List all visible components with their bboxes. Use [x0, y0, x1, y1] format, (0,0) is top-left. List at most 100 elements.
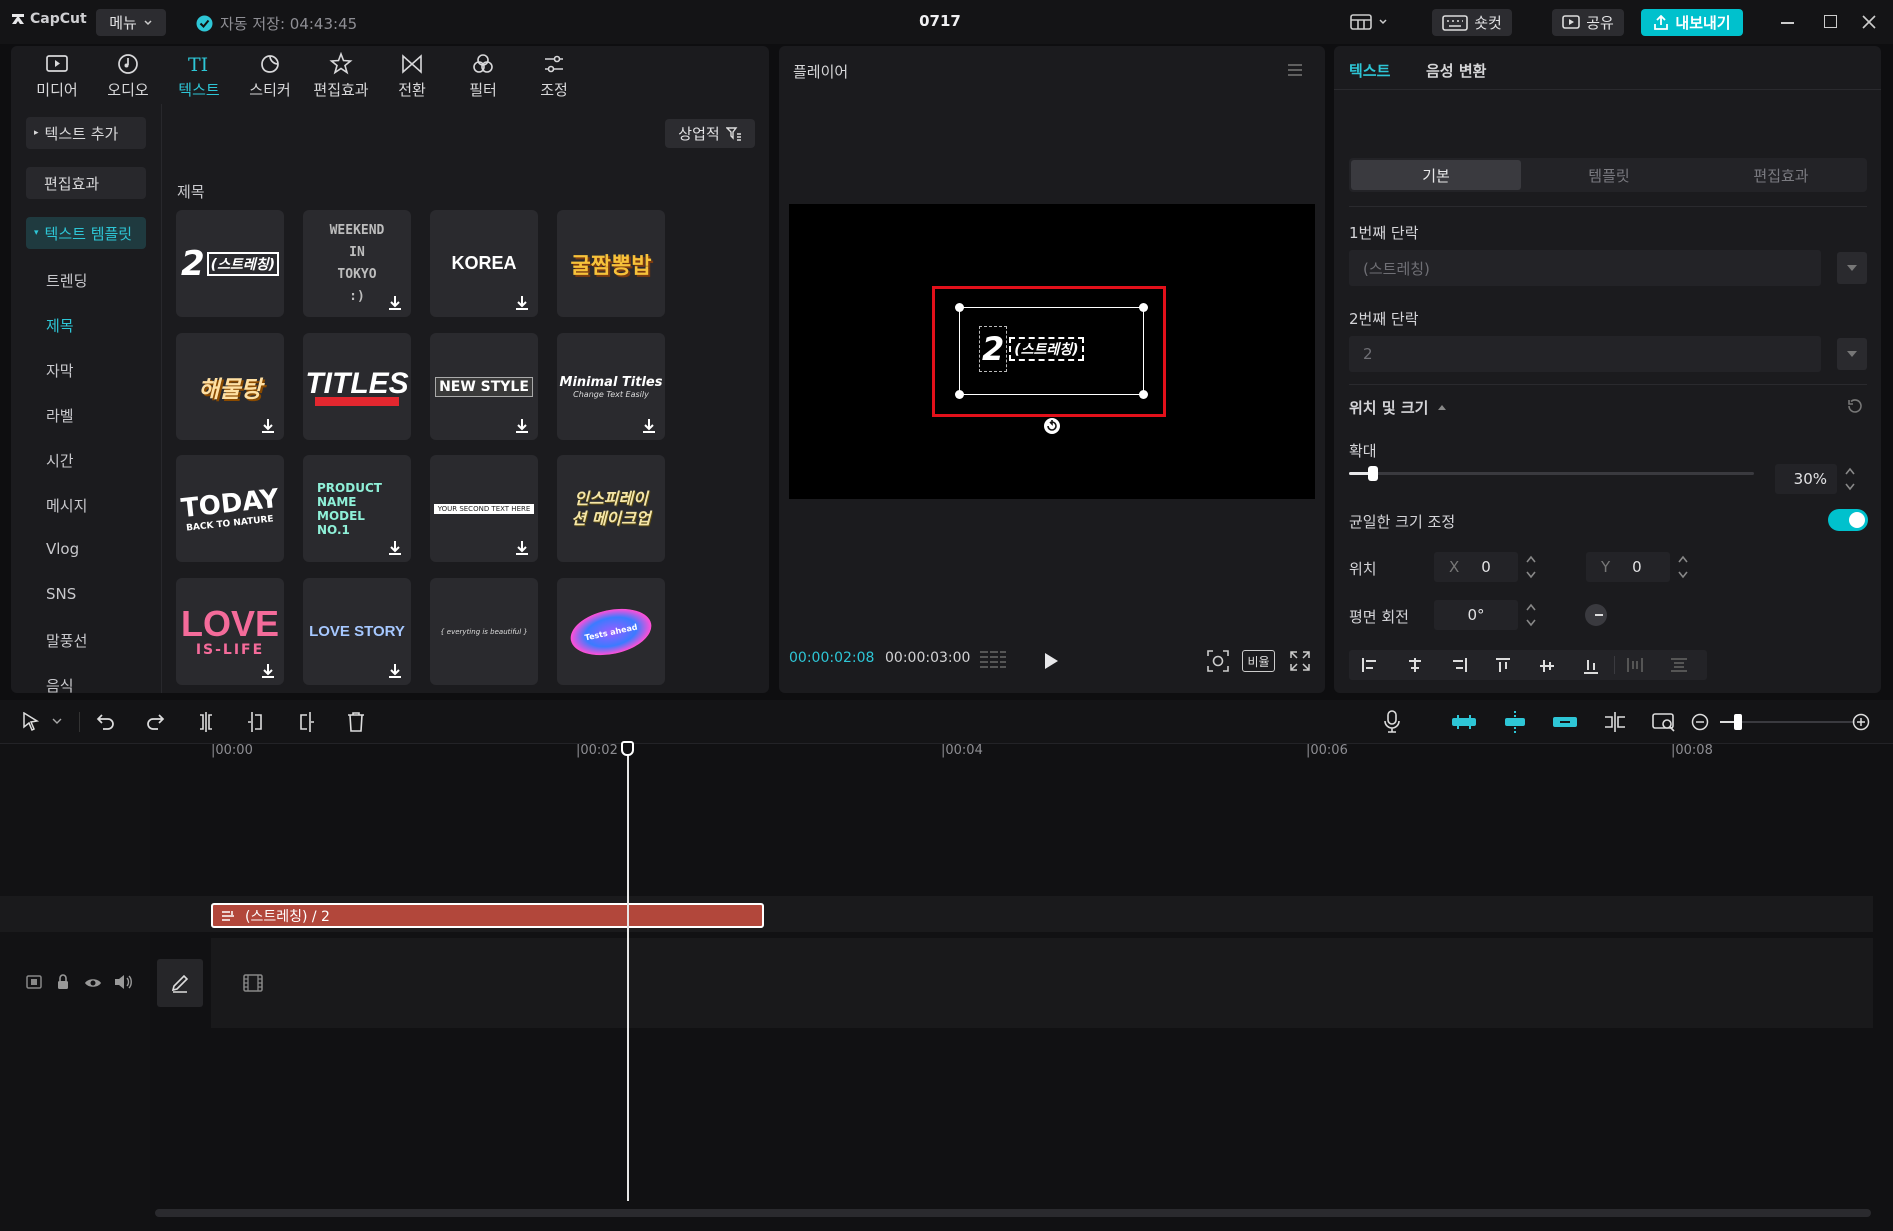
tool-media[interactable]: 미디어	[26, 52, 88, 106]
text-bounding-box[interactable]: 2 (스트레칭)	[955, 303, 1148, 399]
main-track-magnet-icon[interactable]	[1451, 713, 1477, 731]
scale-input[interactable]: 30%	[1775, 464, 1837, 494]
rotate-handle-icon[interactable]	[1042, 416, 1062, 436]
template-thumb-5[interactable]: 해물탕	[176, 333, 284, 440]
play-icon[interactable]	[1043, 652, 1059, 670]
shortcut-button[interactable]: 숏컷	[1432, 9, 1512, 36]
segment-basic[interactable]: 기본	[1351, 160, 1521, 190]
distribute-v-icon[interactable]	[1670, 657, 1688, 673]
template-thumb-11[interactable]: YOUR SECOND TEXT HERE	[430, 455, 538, 562]
zoom-in-icon[interactable]	[1852, 713, 1870, 731]
tool-adjust[interactable]: 조정	[523, 52, 585, 106]
template-thumb-7[interactable]: NEW STYLE	[430, 333, 538, 440]
hamburger-menu-icon[interactable]	[1287, 63, 1303, 77]
template-thumb-12[interactable]: 인스피레이션 메이크업	[557, 455, 665, 562]
segment-template[interactable]: 템플릿	[1524, 160, 1694, 190]
template-thumb-6[interactable]: TITLES	[303, 333, 411, 440]
sidebar-item-vlog[interactable]: Vlog	[46, 540, 79, 558]
close-icon[interactable]	[1862, 15, 1876, 29]
template-thumb-8[interactable]: Minimal Titles Change Text Easily	[557, 333, 665, 440]
resize-handle-br[interactable]	[1139, 390, 1148, 399]
fullscreen-icon[interactable]	[1290, 651, 1310, 671]
timecode-grid-icon[interactable]	[979, 649, 1007, 669]
undo-icon[interactable]	[96, 712, 116, 732]
template-thumb-14[interactable]: LOVE STORY	[303, 578, 411, 685]
tool-filter[interactable]: 필터	[452, 52, 514, 106]
para2-dropdown[interactable]	[1837, 338, 1867, 370]
slider-thumb[interactable]	[1368, 466, 1379, 481]
select-cursor-icon[interactable]	[22, 712, 40, 732]
download-icon[interactable]	[640, 417, 658, 435]
position-x-input[interactable]: X 0	[1434, 552, 1518, 582]
share-button[interactable]: 공유	[1552, 9, 1624, 36]
sidebar-item-sns[interactable]: SNS	[46, 585, 76, 603]
scale-slider[interactable]	[1349, 426, 1769, 481]
tool-transition[interactable]: 전환	[381, 52, 443, 106]
segment-effects[interactable]: 편집효과	[1696, 160, 1866, 190]
link-track-icon[interactable]	[1552, 713, 1578, 731]
sidebar-item-speech-bubble[interactable]: 말풍선	[46, 630, 87, 651]
menu-button[interactable]: 메뉴	[96, 9, 166, 36]
align-top-icon[interactable]	[1495, 657, 1511, 675]
download-icon[interactable]	[513, 417, 531, 435]
para2-input[interactable]: 2	[1349, 336, 1821, 372]
para1-input[interactable]: (스트레칭)	[1349, 250, 1821, 286]
template-thumb-1[interactable]: 2 (스트레칭)	[176, 210, 284, 317]
add-text-item[interactable]: ▸ 텍스트 추가	[26, 117, 146, 149]
download-icon[interactable]	[386, 294, 404, 312]
para1-dropdown[interactable]	[1837, 252, 1867, 284]
template-thumb-16[interactable]: Tests ahead	[557, 578, 665, 685]
export-button[interactable]: 내보내기	[1641, 9, 1743, 36]
layout-button[interactable]	[1350, 13, 1388, 31]
sidebar-item-subtitle[interactable]: 자막	[46, 360, 74, 381]
distribute-h-icon[interactable]	[1626, 657, 1644, 673]
scale-stepper-icon[interactable]	[1844, 465, 1856, 493]
template-thumb-10[interactable]: PRODUCT NAME MODEL NO.1	[303, 455, 411, 562]
microphone-icon[interactable]	[1383, 710, 1401, 734]
maximize-icon[interactable]	[1824, 15, 1837, 28]
zoom-out-icon[interactable]	[1691, 713, 1709, 731]
ratio-button[interactable]: 비율	[1242, 650, 1275, 672]
sidebar-item-time[interactable]: 시간	[46, 450, 74, 471]
lock-icon[interactable]	[56, 974, 70, 990]
resize-handle-tl[interactable]	[955, 303, 964, 312]
cover-edit-button[interactable]	[157, 959, 203, 1007]
sidebar-item-message[interactable]: 메시지	[46, 495, 87, 516]
main-video-lane[interactable]	[211, 938, 1873, 1028]
position-y-input[interactable]: Y 0	[1586, 552, 1670, 582]
delete-icon[interactable]	[346, 711, 366, 733]
zoom-slider[interactable]	[1720, 714, 1855, 730]
download-icon[interactable]	[513, 539, 531, 557]
trim-left-icon[interactable]	[246, 711, 266, 733]
x-stepper-icon[interactable]	[1525, 553, 1537, 581]
screenshot-icon[interactable]	[1206, 649, 1230, 673]
template-thumb-4[interactable]: 굴짬뽕밥	[557, 210, 665, 317]
rotation-stepper-icon[interactable]	[1525, 601, 1537, 629]
align-middle-icon[interactable]	[1539, 657, 1555, 675]
align-center-h-icon[interactable]	[1406, 657, 1424, 673]
sidebar-item-title[interactable]: 제목	[46, 315, 74, 336]
y-stepper-icon[interactable]	[1677, 553, 1689, 581]
caret-up-icon[interactable]	[1437, 403, 1447, 411]
split-icon[interactable]	[196, 711, 216, 733]
timeline-scrollbar[interactable]	[155, 1209, 1871, 1217]
template-thumb-2[interactable]: WEEKEND IN TOKYO :)	[303, 210, 411, 317]
playhead-line[interactable]	[627, 741, 629, 1201]
reset-icon[interactable]	[1846, 397, 1864, 415]
download-icon[interactable]	[259, 662, 277, 680]
tool-sticker[interactable]: 스티커	[239, 52, 301, 106]
preview-canvas[interactable]: 2 (스트레칭)	[789, 204, 1315, 499]
redo-icon[interactable]	[145, 712, 165, 732]
template-thumb-15[interactable]: { everyting is beautiful }	[430, 578, 538, 685]
align-right-icon[interactable]	[1450, 657, 1468, 673]
rotation-input[interactable]: 0°	[1434, 600, 1518, 630]
eye-icon[interactable]	[84, 976, 102, 990]
trim-right-icon[interactable]	[296, 711, 316, 733]
download-icon[interactable]	[386, 662, 404, 680]
volume-icon[interactable]	[114, 974, 132, 990]
text-clip[interactable]: (스트레칭) / 2	[211, 903, 764, 928]
align-bottom-icon[interactable]	[1583, 657, 1599, 675]
download-icon[interactable]	[386, 539, 404, 557]
rotation-dial[interactable]	[1585, 604, 1607, 626]
template-thumb-3[interactable]: KOREA	[430, 210, 538, 317]
